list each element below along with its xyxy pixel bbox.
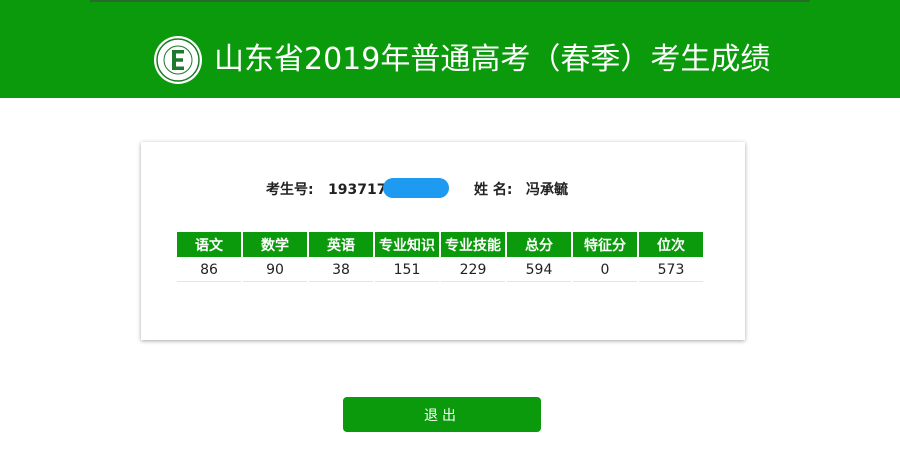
page-title: 山东省2019年普通高考（春季）考生成绩 — [214, 42, 771, 77]
header-top-line — [90, 0, 810, 2]
score-table: 语文 数学 英语 专业知识 专业技能 总分 特征分 位次 86 90 38 15… — [175, 230, 705, 284]
header-rank: 位次 — [639, 232, 703, 257]
score-chinese: 86 — [177, 259, 241, 282]
score-rank: 573 — [639, 259, 703, 282]
header-english: 英语 — [309, 232, 373, 257]
score-professional-knowledge: 151 — [375, 259, 439, 282]
score-english: 38 — [309, 259, 373, 282]
header-chinese: 语文 — [177, 232, 241, 257]
score-total: 594 — [507, 259, 571, 282]
header-professional-knowledge: 专业知识 — [375, 232, 439, 257]
redaction-mask — [383, 178, 449, 198]
header-professional-skill: 专业技能 — [441, 232, 505, 257]
exam-number-label: 考生号: — [266, 182, 314, 198]
logout-button[interactable]: 退出 — [343, 397, 541, 432]
header-math: 数学 — [243, 232, 307, 257]
name-label: 姓 名: — [474, 182, 513, 198]
score-professional-skill: 229 — [441, 259, 505, 282]
exam-number-value: 193717 — [328, 182, 387, 198]
score-feature: 0 — [573, 259, 637, 282]
table-row: 86 90 38 151 229 594 0 573 — [177, 259, 703, 282]
header-total: 总分 — [507, 232, 571, 257]
exam-authority-seal-icon — [154, 36, 202, 84]
header-feature-score: 特征分 — [573, 232, 637, 257]
score-math: 90 — [243, 259, 307, 282]
name-value: 冯承毓 — [526, 182, 568, 198]
header-banner: 山东省2019年普通高考（春季）考生成绩 — [0, 0, 900, 98]
score-table-header-row: 语文 数学 英语 专业知识 专业技能 总分 特征分 位次 — [177, 232, 703, 257]
